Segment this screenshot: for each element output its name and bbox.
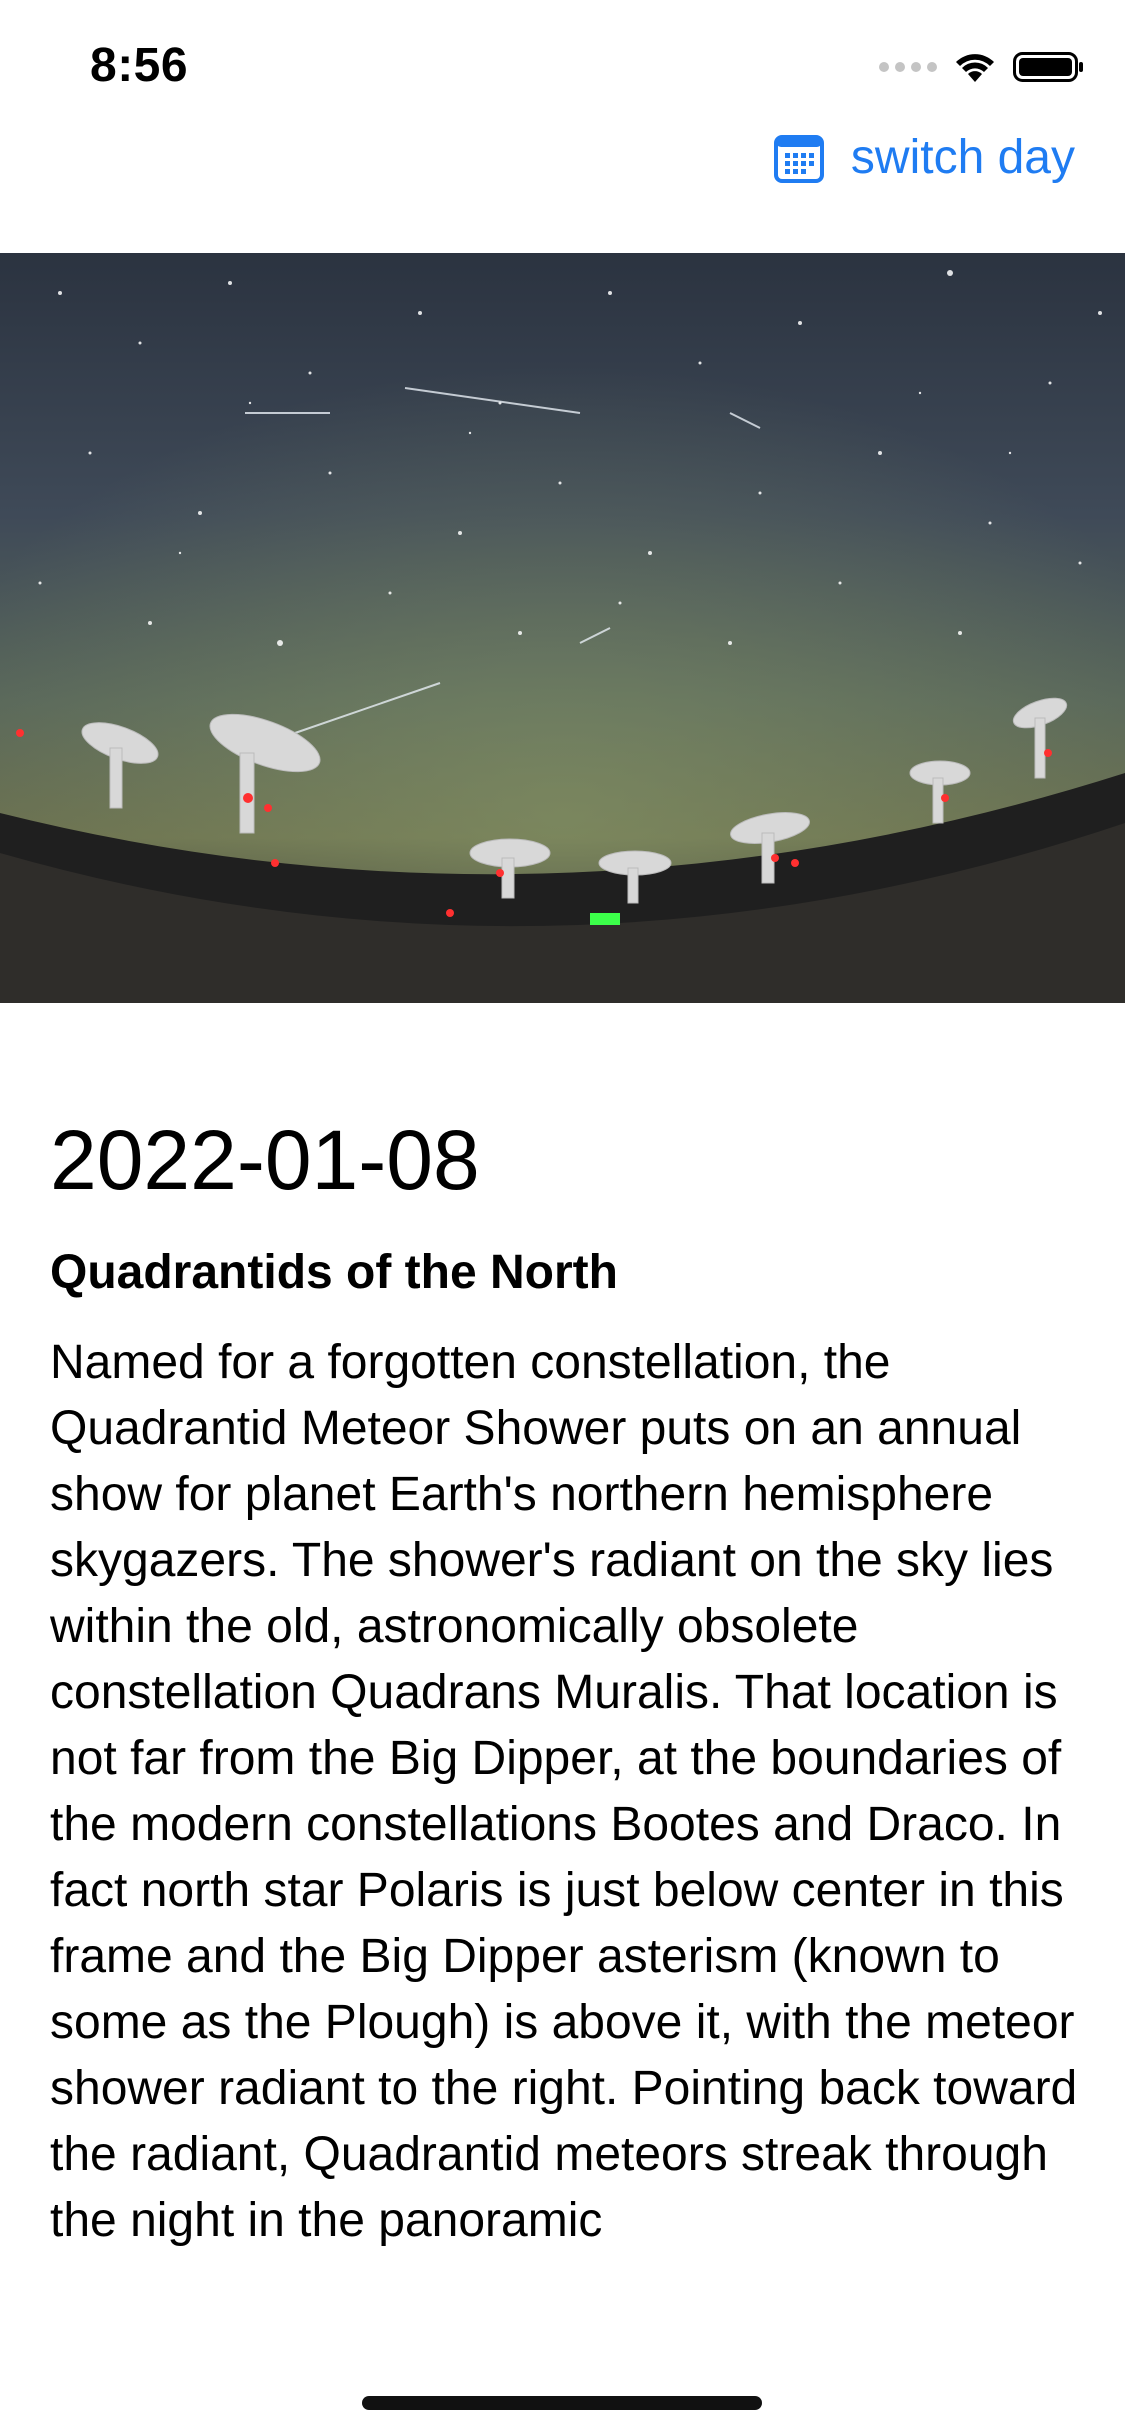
apod-explanation: Named for a forgotten constellation, the… bbox=[50, 1336, 1078, 2247]
battery-icon bbox=[1013, 52, 1083, 82]
apod-photo bbox=[0, 253, 1125, 1003]
calendar-icon bbox=[773, 134, 824, 183]
home-indicator[interactable] bbox=[362, 2396, 762, 2410]
apod-date: 2022-01-08 bbox=[50, 1113, 480, 1207]
switch-day-button[interactable]: switch day bbox=[773, 130, 1075, 185]
cellular-signal-icon bbox=[879, 62, 937, 72]
apod-explanation-scroll[interactable]: Named for a forgotten constellation, the… bbox=[50, 1330, 1090, 2285]
status-bar: 8:56 bbox=[0, 0, 1125, 140]
status-icons bbox=[879, 50, 1085, 84]
apod-title: Quadrantids of the North bbox=[50, 1246, 618, 1299]
switch-day-label: switch day bbox=[850, 131, 1075, 184]
status-time: 8:56 bbox=[90, 39, 189, 92]
apod-header: 2022-01-08 Quadrantids of the North bbox=[50, 1105, 1080, 1303]
wifi-icon bbox=[956, 54, 994, 82]
apod-image bbox=[0, 253, 1125, 1003]
